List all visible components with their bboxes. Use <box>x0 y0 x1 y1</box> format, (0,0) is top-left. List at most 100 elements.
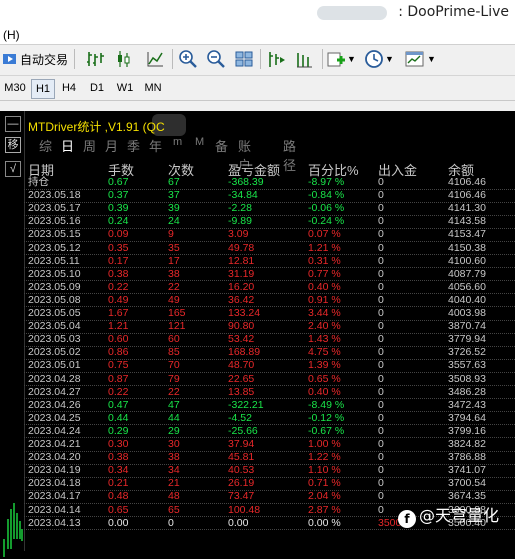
cell-balance: 4040.40 <box>448 293 486 306</box>
table-row: 2023.05.15 0.09 9 3.09 0.07 % 0 4153.47 <box>0 228 515 241</box>
cell-date: 2023.05.09 <box>28 280 81 293</box>
cell-count: 49 <box>168 293 180 306</box>
autoscroll-button[interactable] <box>292 48 316 70</box>
tab-daily[interactable]: 日 <box>61 136 74 155</box>
table-row: 2023.05.18 0.37 37 -34.84 -0.84 % 0 4106.46 <box>0 189 515 202</box>
timeframe-bar: M30 H1 H4 D1 W1 MN <box>0 76 515 101</box>
menu-help[interactable]: (H) <box>3 28 20 42</box>
cell-lots: 1.67 <box>108 307 129 319</box>
tab-minute[interactable]: m <box>173 136 182 148</box>
toolbar-divider <box>322 49 323 69</box>
cell-lots: 0.60 <box>108 333 129 346</box>
cell-count: 44 <box>168 411 180 424</box>
cell-date: 2023.04.18 <box>28 477 81 490</box>
cell-deposit: 0 <box>378 346 384 359</box>
add-indicator-icon <box>327 52 346 67</box>
cell-percent: 0.65 % <box>308 372 341 385</box>
cell-pnl: 49.78 <box>228 241 255 254</box>
cell-count: 60 <box>168 333 180 346</box>
cell-percent: -0.24 % <box>308 215 345 228</box>
table-row: 2023.04.18 0.21 21 26.19 0.71 % 0 3700.54 <box>0 477 515 490</box>
candlestick-icon <box>118 51 130 67</box>
table-row: 2023.04.19 0.34 34 40.53 1.10 % 0 3741.07 <box>0 464 515 477</box>
cell-lots: 0.24 <box>108 215 129 228</box>
tab-yearly[interactable]: 年 <box>149 136 162 155</box>
toolbar-gap <box>0 101 515 111</box>
cell-pnl: 16.20 <box>228 280 255 293</box>
cell-count: 21 <box>168 477 180 490</box>
cell-lots: 1.21 <box>108 320 129 333</box>
candlestick-button[interactable] <box>112 48 138 70</box>
zoom-out-button[interactable] <box>204 48 228 70</box>
tab-quarterly[interactable]: 季 <box>127 136 140 155</box>
cell-pnl: 53.42 <box>228 333 255 346</box>
chevron-down-icon: ▼ <box>385 54 394 64</box>
toolbar-divider <box>172 49 173 69</box>
auto-trade-button[interactable]: 自动交易 <box>2 48 68 70</box>
bar-chart-button[interactable] <box>82 48 108 70</box>
cell-percent: -8.97 % <box>308 176 345 188</box>
timeframe-mn[interactable]: MN <box>142 79 164 97</box>
toolbar-divider <box>260 49 261 69</box>
auto-trade-label: 自动交易 <box>20 52 69 67</box>
cell-pnl: 90.80 <box>228 320 255 333</box>
cell-count: 65 <box>168 503 180 516</box>
indicators-button[interactable]: ▼ <box>326 48 356 70</box>
cell-balance: 3799.16 <box>448 424 486 437</box>
cell-lots: 0.49 <box>108 293 129 306</box>
cell-balance: 3786.88 <box>448 451 486 464</box>
cell-balance: 3824.82 <box>448 438 486 450</box>
cell-date: 2023.05.17 <box>28 202 81 215</box>
timeframe-d1[interactable]: D1 <box>86 79 108 97</box>
cell-date: 2023.04.27 <box>28 385 81 398</box>
chart-shift-button[interactable] <box>264 48 288 70</box>
tab-notes[interactable]: 备 <box>215 136 228 155</box>
tile-windows-icon <box>235 51 253 67</box>
cell-deposit: 0 <box>378 477 384 490</box>
toolbar-divider <box>74 49 75 69</box>
tab-monthly[interactable]: 月 <box>105 136 118 155</box>
tab-overview[interactable]: 综 <box>39 136 52 155</box>
cell-balance: 4106.46 <box>448 176 486 188</box>
line-chart-button[interactable] <box>142 48 168 70</box>
timeframe-h1[interactable]: H1 <box>31 79 55 99</box>
timeframe-h4[interactable]: H4 <box>58 79 80 97</box>
cell-pnl: 37.94 <box>228 438 255 450</box>
panel-minimize-box[interactable]: — <box>5 116 21 132</box>
tab-path[interactable]: 路径 <box>283 136 296 174</box>
timeframe-w1[interactable]: W1 <box>114 79 136 97</box>
cell-pnl: 3.09 <box>228 228 249 241</box>
cell-count: 38 <box>168 267 180 280</box>
tile-windows-button[interactable] <box>232 48 256 70</box>
cell-pnl: -322.21 <box>228 398 264 411</box>
panel-move-box[interactable]: 移 <box>5 137 21 153</box>
panel-scroll-box[interactable]: √ <box>5 161 21 177</box>
table-row: 2023.05.17 0.39 39 -2.28 -0.06 % 0 4141.30 <box>0 202 515 215</box>
zoom-out-icon <box>207 50 225 68</box>
tab-weekly[interactable]: 周 <box>83 136 96 155</box>
cell-date: 2023.04.25 <box>28 411 81 424</box>
table-row: 2023.05.05 1.67 165 133.24 3.44 % 0 4003.98 <box>0 307 515 320</box>
cell-deposit: 0 <box>378 307 384 319</box>
chevron-down-icon: ▼ <box>427 54 436 64</box>
zoom-in-icon <box>179 50 197 68</box>
zoom-in-button[interactable] <box>176 48 200 70</box>
cell-percent: 1.00 % <box>308 438 341 450</box>
cell-deposit: 0 <box>378 176 384 188</box>
cell-deposit: 0 <box>378 464 384 477</box>
cell-deposit: 0 <box>378 293 384 306</box>
templates-button[interactable]: ▼ <box>402 48 438 70</box>
cell-pnl: 22.65 <box>228 372 255 385</box>
cell-date: 2023.05.15 <box>28 228 81 241</box>
blurred-account-id <box>317 6 387 20</box>
periods-button[interactable]: ▼ <box>362 48 396 70</box>
cell-percent: 1.43 % <box>308 333 341 346</box>
cell-count: 121 <box>168 320 186 333</box>
tab-month-m[interactable]: M <box>195 136 204 148</box>
cell-deposit: 0 <box>378 228 384 241</box>
timeframe-m30[interactable]: M30 <box>3 79 27 97</box>
cell-balance: 4100.60 <box>448 254 486 267</box>
cell-pnl: 133.24 <box>228 307 261 319</box>
cell-percent: -8.49 % <box>308 398 345 411</box>
cell-date: 2023.05.02 <box>28 346 81 359</box>
